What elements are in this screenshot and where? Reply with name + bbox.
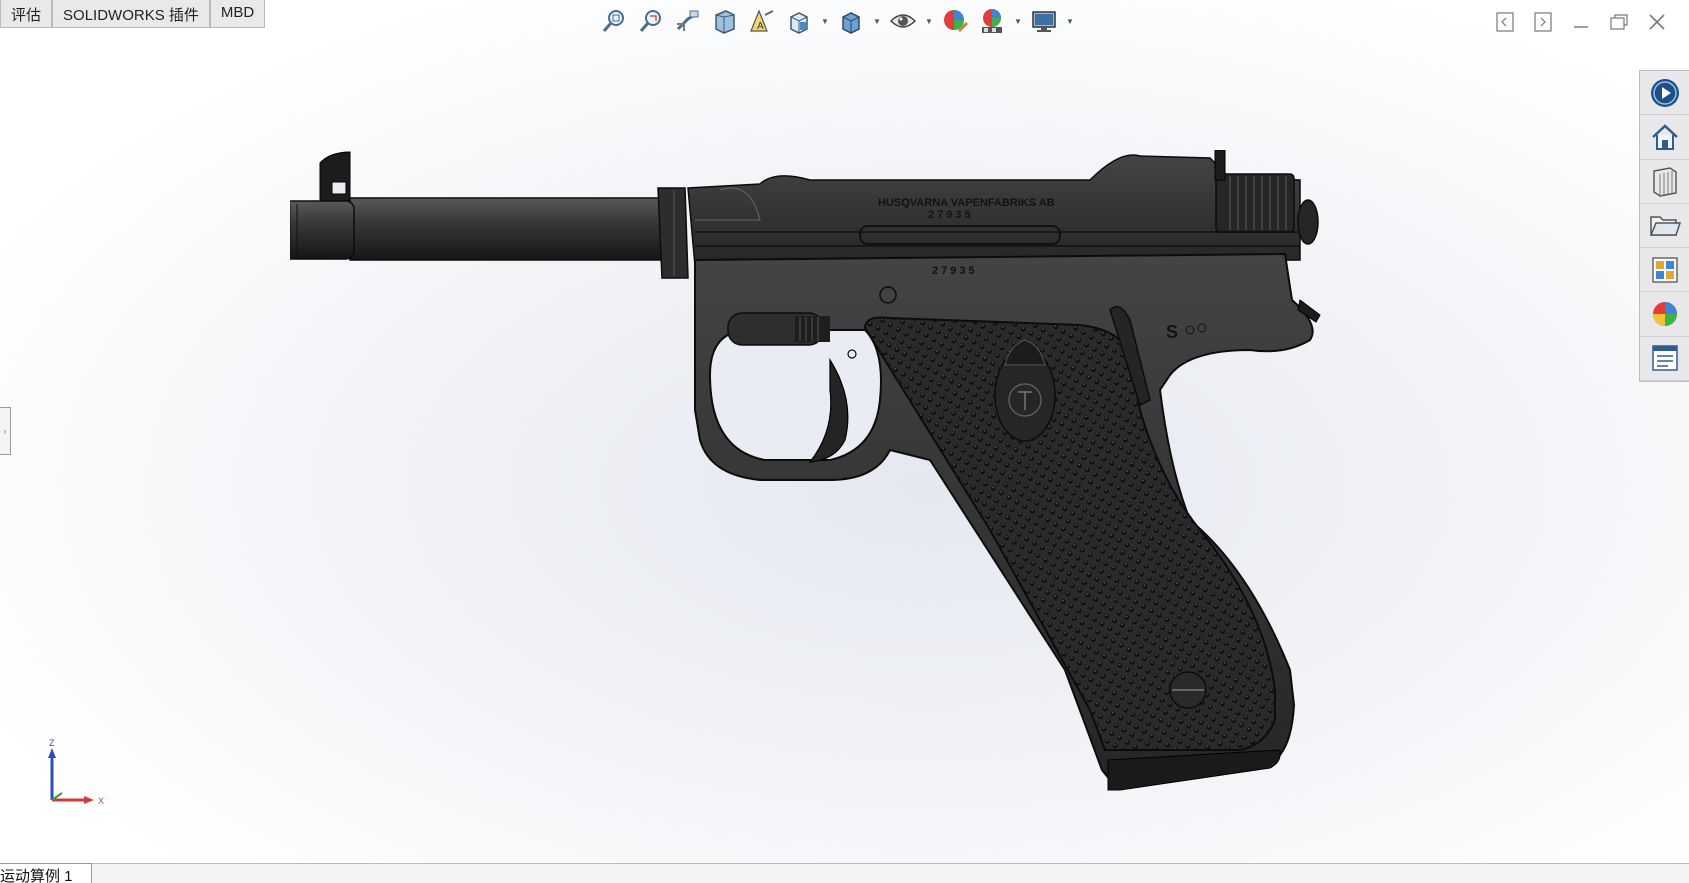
motion-study-tab[interactable]: 运动算例 1 [0,863,92,883]
custom-properties-icon[interactable] [1640,337,1689,381]
safety-mark: S [1166,322,1178,342]
restore-right-icon[interactable] [1527,6,1559,38]
triad-x-label: X [98,796,104,806]
engraving-name: HUSQVARNA VAPENFABRIKS AB [878,197,1055,209]
feature-manager-collapse-handle[interactable]: › [0,407,11,455]
edit-appearance-icon[interactable] [939,5,971,37]
display-style-dropdown[interactable]: ▼ [872,5,882,37]
zoom-to-fit-icon[interactable] [598,5,630,37]
view-orientation-icon[interactable] [783,5,815,37]
previous-view-icon[interactable] [672,5,704,37]
view-orientation-dropdown[interactable]: ▼ [820,5,830,37]
file-explorer-icon[interactable] [1640,204,1689,249]
bottom-tab-bar: 运动算例 1 [0,863,1689,883]
svg-text:A: A [757,21,764,32]
task-pane [1639,70,1689,382]
heads-up-view-toolbar: A ▼ ▼ ▼ ▼ ▼ [598,4,1075,38]
reference-triad: Z X [48,738,104,806]
design-library-icon[interactable] [1640,160,1689,204]
home-icon[interactable] [1640,115,1689,160]
engraving-serial-frame: 27935 [932,265,978,277]
apply-scene-icon[interactable] [976,5,1008,37]
hide-show-items-icon[interactable] [887,5,919,37]
hide-show-dropdown[interactable]: ▼ [924,5,934,37]
zoom-to-area-icon[interactable] [635,5,667,37]
apply-scene-dropdown[interactable]: ▼ [1013,5,1023,37]
triad-z-label: Z [49,738,55,748]
restore-left-icon[interactable] [1489,6,1521,38]
minimize-icon[interactable] [1565,6,1597,38]
view-settings-dropdown[interactable]: ▼ [1065,5,1075,37]
solidworks-resources-icon[interactable] [1640,71,1689,116]
window-controls [1489,6,1689,38]
engraving-serial-top: 27935 [928,209,974,221]
tab-solidworks-addins[interactable]: SOLIDWORKS 插件 [52,0,210,28]
view-settings-icon[interactable] [1028,5,1060,37]
model-pistol[interactable]: S HUSQVARNA VAPENFABRIKS AB 27935 27935 [290,150,1430,850]
section-view-icon[interactable] [709,5,741,37]
display-style-icon[interactable] [835,5,867,37]
close-icon[interactable] [1641,6,1673,38]
tab-evaluate[interactable]: 评估 [0,0,53,28]
view-palette-icon[interactable] [1640,248,1689,293]
maximize-icon[interactable] [1603,6,1635,38]
appearances-scenes-icon[interactable] [1640,292,1689,337]
command-manager-tabs: 评估 SOLIDWORKS 插件 MBD [0,0,266,28]
tab-mbd[interactable]: MBD [209,0,266,28]
dynamic-annotation-views-icon[interactable]: A [746,5,778,37]
